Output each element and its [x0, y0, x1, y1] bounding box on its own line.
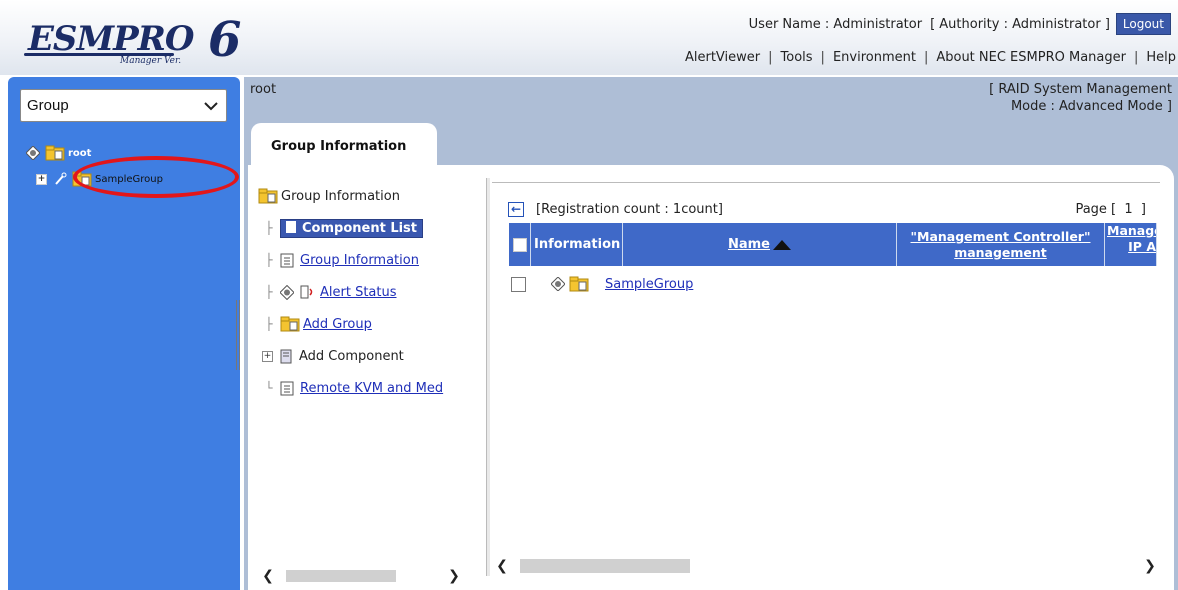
- scroll-track[interactable]: ❮: [492, 558, 1140, 574]
- nav-separator: |: [1133, 50, 1139, 65]
- status-diamond-icon: [551, 277, 565, 291]
- nav-item-alert-status[interactable]: ├ Alert Status: [258, 276, 486, 308]
- group-folder-icon: [45, 145, 65, 161]
- mode-line-2: Mode : Advanced Mode ]: [1010, 99, 1172, 114]
- group-folder-icon: [569, 276, 589, 292]
- nav-item-group-information[interactable]: ├ Group Information: [258, 244, 486, 276]
- page-indicator: Page [ 1 ]: [1075, 202, 1146, 217]
- nav-alertviewer[interactable]: AlertViewer: [685, 50, 760, 65]
- scroll-left-icon[interactable]: ❮: [258, 568, 278, 584]
- column-information: Information: [531, 223, 623, 266]
- column-mc-line2[interactable]: management: [954, 245, 1047, 261]
- table-header: Information Name "Management Controller"…: [509, 223, 1157, 266]
- table-row: SampleGroup: [509, 273, 693, 295]
- logo-subtitle: Manager Ver.: [120, 56, 182, 66]
- nav-item-remote-kvm[interactable]: └ Remote KVM and Med: [258, 372, 486, 404]
- group-select-value: Group: [27, 97, 69, 114]
- content-horizontal-scrollbar[interactable]: ❮ ❯: [492, 557, 1160, 575]
- nav-separator: |: [820, 50, 825, 65]
- back-arrow-icon[interactable]: ←: [508, 202, 524, 217]
- user-name-label: User Name : Administrator: [748, 16, 923, 32]
- document-icon: [280, 253, 294, 267]
- pane-divider[interactable]: [486, 178, 490, 576]
- esmpro-logo: ESMPRO 6 Manager Ver.: [6, 8, 250, 72]
- row-name-link[interactable]: SampleGroup: [605, 277, 693, 292]
- nav-separator: |: [768, 50, 773, 65]
- nav-item-label: Add Component: [299, 348, 404, 364]
- tree-connector: ├: [265, 253, 273, 267]
- left-sidebar: Group root + SampleGroup: [8, 77, 240, 590]
- column-management-ip[interactable]: Manage IP A: [1105, 223, 1157, 266]
- group-folder-icon: [258, 188, 278, 204]
- authority-label: [ Authority : Administrator ]: [930, 16, 1110, 32]
- nav-item-label[interactable]: Group Information: [300, 253, 419, 268]
- tree-root-label: root: [68, 147, 92, 159]
- logo-text: ESMPRO: [28, 19, 195, 59]
- nav-item-add-group[interactable]: ├ Add Group: [258, 308, 486, 340]
- user-bar: User Name : Administrator [ Authority : …: [749, 12, 1171, 36]
- column-name[interactable]: Name: [623, 223, 897, 266]
- mode-line-1: [ RAID System Management: [989, 82, 1172, 97]
- registration-count: [Registration count : 1count]: [536, 202, 723, 217]
- tab-group-information[interactable]: Group Information: [251, 123, 437, 169]
- nav-tree-root: Group Information: [258, 180, 486, 212]
- column-name-label[interactable]: Name: [728, 237, 770, 253]
- tree-connector: └: [265, 381, 273, 395]
- chevron-down-icon: [204, 101, 218, 110]
- row-information-icons: [551, 276, 589, 292]
- column-mc-line1[interactable]: "Management Controller": [911, 229, 1091, 245]
- sidebar-resize-handle[interactable]: [236, 300, 240, 370]
- sort-ascending-icon: [773, 239, 791, 250]
- scroll-thumb[interactable]: [286, 570, 396, 582]
- status-wrench-icon: [55, 172, 67, 185]
- nav-item-component-list[interactable]: ├ Component List: [258, 212, 486, 244]
- nav-item-selected[interactable]: Component List: [280, 218, 424, 238]
- nav-item-label[interactable]: Add Group: [303, 317, 372, 332]
- nav-item-add-component[interactable]: + Add Component: [258, 340, 486, 372]
- column-management-controller[interactable]: "Management Controller" management: [897, 223, 1105, 266]
- scroll-left-icon[interactable]: ❮: [492, 558, 512, 574]
- nav-environment[interactable]: Environment: [833, 50, 916, 65]
- nav-horizontal-scrollbar[interactable]: ❮ ❯: [258, 568, 468, 584]
- component-nav-tree: Group Information ├ Component List ├ Gro…: [258, 180, 486, 404]
- server-icon: [280, 349, 292, 363]
- tree-connector: ├: [265, 317, 273, 331]
- nav-help[interactable]: Help: [1146, 50, 1176, 65]
- nav-separator: |: [923, 50, 929, 65]
- breadcrumb: root: [250, 82, 277, 97]
- scroll-thumb[interactable]: [520, 559, 690, 573]
- status-diamond-icon: [280, 284, 294, 300]
- logout-button[interactable]: Logout: [1115, 13, 1171, 35]
- document-icon: [286, 220, 296, 233]
- top-navigation: AlertViewer | Tools | Environment | Abou…: [685, 50, 1176, 65]
- tree-connector: ├: [265, 221, 273, 235]
- mode-indicator: [ RAID System Management Mode : Advanced…: [989, 81, 1172, 115]
- group-folder-icon: [280, 316, 300, 332]
- nav-item-label: Component List: [302, 220, 418, 236]
- nav-tree-root-label: Group Information: [281, 188, 400, 204]
- component-list-content: ← [Registration count : 1count] Page [ 1…: [492, 182, 1160, 576]
- expand-icon[interactable]: +: [262, 350, 273, 362]
- app-header: ESMPRO 6 Manager Ver. User Name : Admini…: [0, 0, 1178, 75]
- alert-icon: [300, 285, 313, 298]
- expand-icon[interactable]: +: [36, 173, 47, 185]
- row-checkbox[interactable]: [511, 276, 526, 292]
- group-select[interactable]: Group: [20, 89, 227, 122]
- header-checkbox-cell: [509, 223, 531, 266]
- nav-item-label[interactable]: Remote KVM and Med: [300, 381, 443, 396]
- logo-number: 6: [208, 12, 242, 68]
- select-all-checkbox[interactable]: [512, 237, 527, 252]
- nav-tools[interactable]: Tools: [781, 50, 813, 65]
- column-ip-line2[interactable]: IP A: [1128, 239, 1156, 255]
- column-ip-line1[interactable]: Manage: [1107, 223, 1156, 239]
- document-icon: [280, 381, 294, 395]
- status-diamond-icon: [26, 146, 40, 160]
- nav-about[interactable]: About NEC ESMPRO Manager: [936, 50, 1126, 65]
- scroll-right-icon[interactable]: ❯: [1140, 558, 1160, 574]
- highlight-annotation: [73, 156, 239, 198]
- tree-connector: ├: [265, 285, 273, 299]
- nav-item-label[interactable]: Alert Status: [320, 285, 397, 300]
- scroll-right-icon[interactable]: ❯: [444, 568, 464, 584]
